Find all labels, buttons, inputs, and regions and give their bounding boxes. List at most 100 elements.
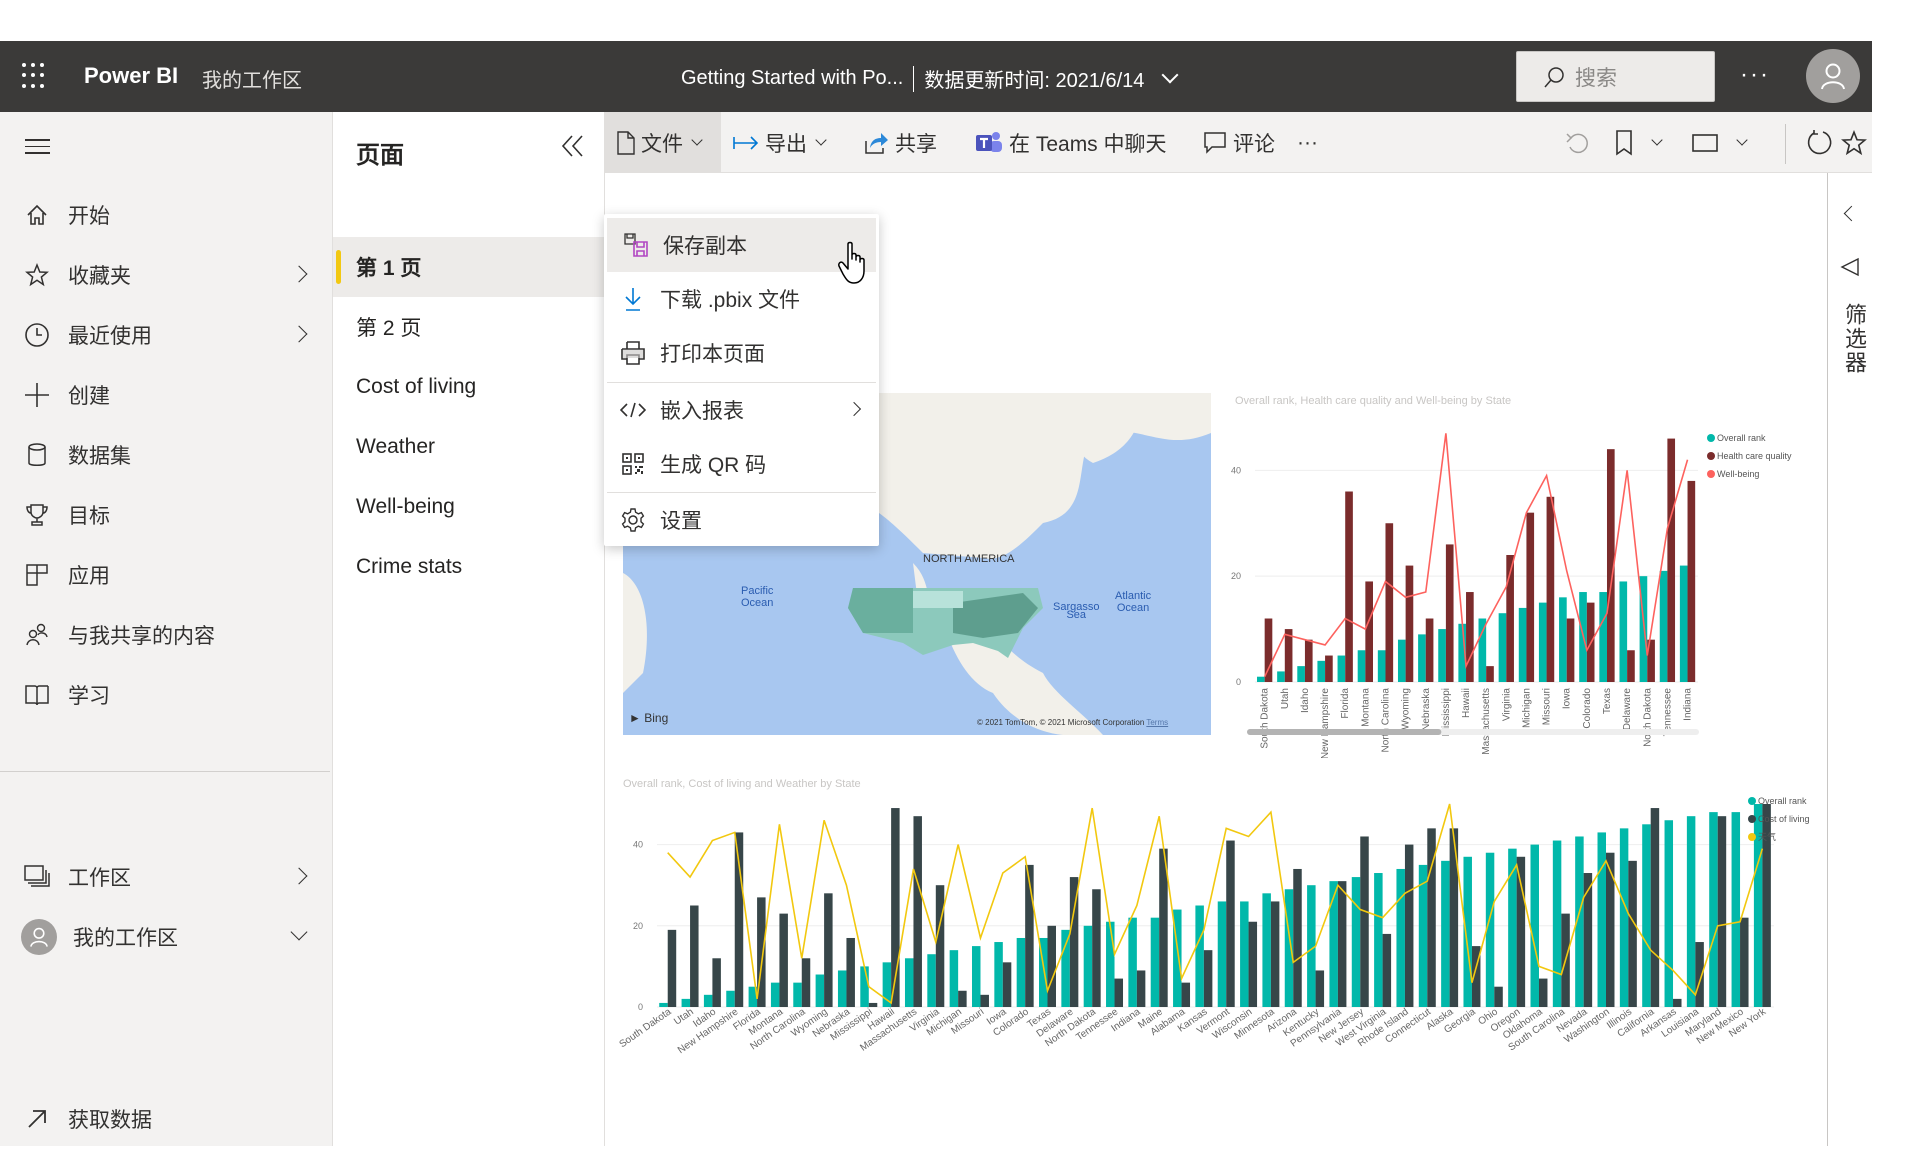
nav-item-label: 创建 — [68, 385, 110, 408]
bar-overall-rank — [1277, 671, 1285, 682]
chevron-down-icon — [1736, 133, 1748, 146]
chevron-down-icon — [1161, 66, 1179, 83]
hamburger-menu-icon[interactable] — [25, 139, 50, 159]
teams-chat-button[interactable]: 在 Teams 中聊天 — [975, 112, 1167, 173]
menu-item-embed-report[interactable]: 嵌入报表 — [604, 383, 879, 437]
x-tick-label: Utah — [1280, 688, 1291, 709]
chevron-down-icon — [290, 923, 308, 941]
bar-overall-rank — [815, 974, 825, 1007]
file-menu-button[interactable]: 文件 — [605, 112, 721, 173]
view-button[interactable] — [1692, 112, 1750, 173]
chevron-right-icon — [290, 265, 308, 283]
workspace-breadcrumb[interactable]: 我的工作区 — [202, 64, 302, 93]
more-options-button[interactable]: ··· — [1740, 61, 1770, 89]
bar-cost-of-living — [1047, 925, 1056, 1007]
legend-marker — [1707, 434, 1715, 442]
trophy-icon — [22, 500, 52, 530]
x-tick-label: Colorado — [1582, 688, 1593, 729]
bar-overall-rank — [1664, 820, 1674, 1007]
page-tab-well-being[interactable]: Well-being — [333, 477, 605, 537]
nav-item-goals[interactable]: 目标 — [0, 490, 333, 540]
legend-marker — [1748, 797, 1756, 805]
favorite-button[interactable] — [1841, 112, 1867, 173]
share-button[interactable]: 共享 — [863, 112, 937, 173]
menu-item-print-page[interactable]: 打印本页面 — [604, 326, 879, 380]
clock-icon — [22, 320, 52, 350]
chart-health-wellbeing[interactable]: 0 20 40 South Dakota Utah Idaho New Hampshire F… — [1225, 408, 1825, 758]
nav-item-favorites[interactable]: 收藏夹 — [0, 250, 333, 300]
user-avatar[interactable] — [1806, 49, 1860, 103]
collapse-pages-button[interactable] — [558, 132, 586, 165]
bar-overall-rank — [1686, 816, 1696, 1007]
bar-health-care-quality — [1627, 650, 1635, 682]
nav-item-label: 收藏夹 — [68, 265, 131, 288]
menu-item-qr-code[interactable]: 生成 QR 码 — [604, 437, 879, 491]
bar-cost-of-living — [801, 958, 811, 1007]
refresh-button[interactable] — [1805, 112, 1833, 173]
bar-cost-of-living — [913, 816, 922, 1007]
refresh-time: 数据更新时间: 2021/6/14 — [924, 70, 1145, 92]
bar-health-care-quality — [1526, 512, 1535, 682]
nav-item-shared-with-me[interactable]: 与我共享的内容 — [0, 610, 333, 660]
bar-overall-rank — [1438, 629, 1446, 682]
x-tick-label: Idaho — [1300, 688, 1311, 713]
legend-label: Well-being — [1717, 469, 1759, 479]
nav-item-datasets[interactable]: 数据集 — [0, 430, 333, 480]
bar-overall-rank — [703, 994, 713, 1007]
page-tab-weather[interactable]: Weather — [333, 417, 605, 477]
bar-cost-of-living — [1494, 986, 1503, 1007]
menu-item-label: 设置 — [660, 510, 702, 533]
bar-cost-of-living — [1628, 860, 1637, 1007]
nav-item-learn[interactable]: 学习 — [0, 670, 333, 720]
chart-cost-weather[interactable]: 02040South DakotaUtahIdahoNew HampshireF… — [615, 793, 1830, 1063]
bar-overall-rank — [770, 982, 780, 1007]
chart-scrollbar-thumb[interactable] — [1247, 729, 1442, 735]
bar-cost-of-living — [1203, 950, 1213, 1007]
bar-cost-of-living — [1114, 978, 1124, 1007]
bar-health-care-quality — [1667, 438, 1676, 682]
bar-cost-of-living — [690, 905, 699, 1007]
bar-overall-rank — [793, 982, 802, 1007]
legend-label: Overall rank — [1758, 796, 1807, 806]
bar-overall-rank — [1530, 844, 1539, 1007]
nav-item-my-workspace[interactable]: 我的工作区 — [0, 912, 333, 962]
toolbar-more-button[interactable]: ··· — [1297, 112, 1318, 173]
nav-item-label: 学习 — [68, 685, 110, 708]
page-tab-crime-stats[interactable]: Crime stats — [333, 537, 605, 597]
undo-button[interactable] — [1565, 112, 1591, 173]
nav-item-create[interactable]: 创建 — [0, 370, 333, 420]
search-input[interactable]: 搜索 — [1516, 51, 1715, 102]
export-button[interactable]: 导出 — [733, 112, 829, 173]
comment-button[interactable]: 评论 — [1203, 112, 1275, 173]
x-tick-label: Texas — [1602, 688, 1613, 714]
book-icon — [22, 680, 52, 710]
nav-item-apps[interactable]: 应用 — [0, 550, 333, 600]
chevron-right-icon — [846, 401, 862, 417]
nav-item-home[interactable]: 开始 — [0, 190, 333, 240]
report-title-dropdown[interactable]: Getting Started with Po... 数据更新时间: 2021/… — [681, 64, 1179, 93]
page-tab-cost-of-living[interactable]: Cost of living — [333, 357, 605, 417]
terms-link[interactable]: Terms — [1146, 718, 1168, 727]
menu-item-settings[interactable]: 设置 — [604, 493, 879, 547]
nav-item-recent[interactable]: 最近使用 — [0, 310, 333, 360]
page-tab-2[interactable]: 第 2 页 — [333, 297, 605, 357]
filters-label[interactable]: 筛选器 — [1838, 303, 1870, 375]
print-icon — [618, 340, 648, 366]
bar-health-care-quality — [1325, 655, 1333, 682]
bar-overall-rank — [927, 954, 936, 1007]
nav-item-get-data[interactable]: 获取数据 — [0, 1094, 333, 1144]
left-navigation: 开始 收藏夹 最近使用 创建 数据集 目标 应用 与我共享的内容 学习 工作区 … — [0, 112, 333, 1146]
home-icon — [22, 200, 52, 230]
bar-health-care-quality — [1566, 618, 1575, 682]
bookmark-button[interactable] — [1615, 112, 1665, 173]
nav-item-workspaces[interactable]: 工作区 — [0, 852, 333, 902]
menu-item-save-copy[interactable]: 保存副本 — [607, 218, 876, 272]
bar-overall-rank — [1559, 597, 1567, 682]
page-tab-1[interactable]: 第 1 页 — [333, 237, 605, 297]
bar-health-care-quality — [1284, 629, 1293, 682]
expand-filters-chevron-icon[interactable] — [1843, 205, 1860, 222]
app-name[interactable]: Power BI — [84, 63, 178, 89]
bar-overall-rank — [1538, 602, 1547, 682]
nav-item-label: 目标 — [68, 505, 110, 528]
app-launcher-icon[interactable] — [22, 63, 48, 89]
